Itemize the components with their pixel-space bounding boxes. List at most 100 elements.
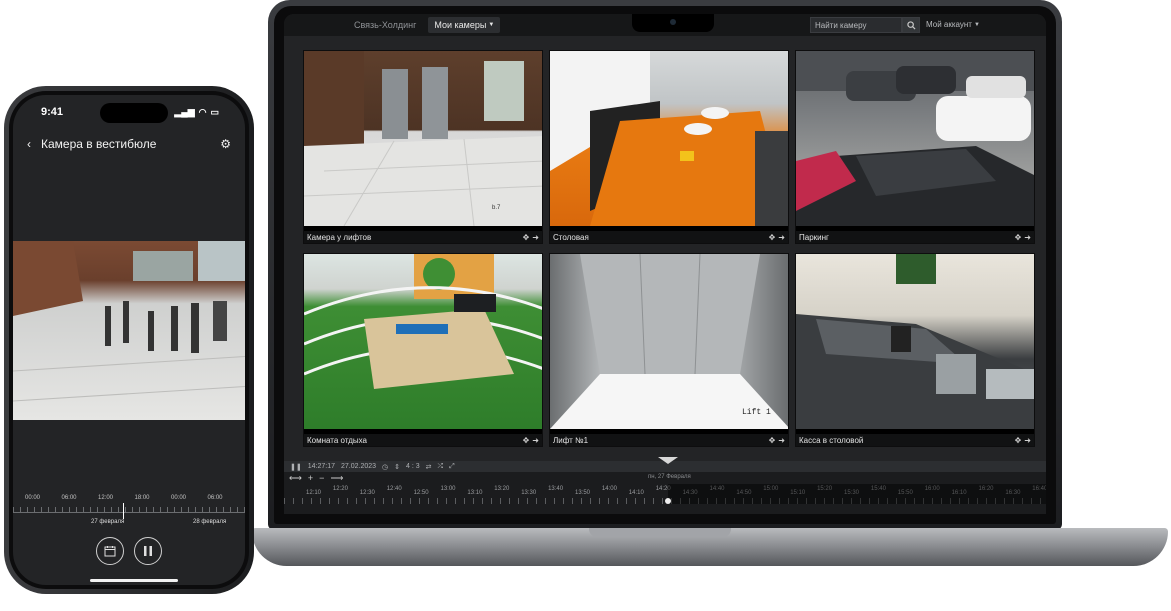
arrow-right-icon[interactable]: ➜ <box>1024 233 1031 242</box>
fullscreen-icon[interactable]: ⤢ <box>449 463 455 471</box>
move-icon[interactable]: ✥ <box>769 233 776 242</box>
timeline-day-label: пн, 27 Февраля <box>648 474 691 480</box>
shuffle-icon[interactable]: ⤮ <box>438 463 444 471</box>
camera-feed-lift-hall[interactable]: b.7 <box>304 51 542 226</box>
wifi-icon: ◠ <box>198 106 207 117</box>
timeline-tick-label: 13:00 <box>440 486 456 492</box>
swap-icon[interactable]: ⇄ <box>426 463 432 471</box>
phone-timeline-ruler <box>13 507 245 513</box>
status-clock: 9:41 <box>41 106 64 118</box>
timeline-collapse-icon[interactable] <box>658 457 678 464</box>
timeline-tick-label: 12:50 <box>413 490 429 496</box>
phone-day-label: 27 февраля <box>91 519 125 525</box>
pause-button[interactable] <box>134 537 162 565</box>
timeline-scale[interactable]: 16:40 16:30 16:20 16:10 16:00 15:50 15:40 15:30… <box>284 484 1046 504</box>
search-button[interactable] <box>902 17 920 33</box>
camera-feed-scene: Lift 1 <box>550 254 788 429</box>
battery-icon: ▭ <box>210 106 219 117</box>
camera-tile[interactable]: b.7 Камера у лифтов ✥ ➜ <box>303 50 543 244</box>
brand-link[interactable]: Связь-Холдинг <box>354 20 416 30</box>
speed-stepper-icon[interactable]: ⇕ <box>394 463 400 471</box>
timeline-tick-label: 13:50 <box>575 490 591 496</box>
camera-name: Комната отдыха <box>307 435 367 445</box>
camera-grid: b.7 Камера у лифтов ✥ ➜ Столовая ✥ ➜ Пар… <box>303 50 1036 447</box>
product-mockup: Связь-Холдинг Мои камеры▼ Мой аккаунт▼ <box>0 0 1171 611</box>
phone-tick-label: 00:00 <box>25 495 41 501</box>
arrow-right-icon[interactable]: ➜ <box>778 233 785 242</box>
timeline-playhead[interactable] <box>665 498 671 504</box>
clock-icon[interactable]: ◷ <box>382 463 388 471</box>
phone-camera-feed[interactable] <box>13 241 245 420</box>
camera-tile[interactable]: Комната отдыха ✥ ➜ <box>303 253 543 447</box>
zoom-out-arrows-icon[interactable]: ⟷ <box>289 473 302 484</box>
pause-icon[interactable]: ❚❚ <box>290 463 302 471</box>
camera-name: Камера у лифтов <box>307 232 372 242</box>
back-chevron-icon[interactable]: ‹ <box>27 137 31 151</box>
laptop-base <box>252 528 1168 566</box>
phone-tick-label: 00:00 <box>171 495 187 501</box>
lift-sign-text: Lift 1 <box>742 408 771 417</box>
camera-tile[interactable]: Lift 1 Лифт №1 ✥ ➜ <box>549 253 789 447</box>
forward-arrow-icon[interactable]: ⟶ <box>330 473 343 484</box>
arrow-right-icon[interactable]: ➜ <box>778 436 785 445</box>
current-time: 14:27:17 <box>307 463 335 470</box>
camera-feed-checkout[interactable] <box>796 254 1034 429</box>
laptop-screen: Связь-Холдинг Мои камеры▼ Мой аккаунт▼ <box>284 14 1046 514</box>
camera-feed-rest-room[interactable] <box>304 254 542 429</box>
laptop-bezel: Связь-Холдинг Мои камеры▼ Мой аккаунт▼ <box>274 6 1056 524</box>
signal-icon: ▂▄▆ <box>174 106 195 117</box>
camera-name: Касса в столовой <box>799 435 864 445</box>
phone-bezel: 9:41 ▂▄▆ ◠ ▭ ‹ Камера в вестибюле ⚙ 27 ф… <box>9 91 249 589</box>
my-cameras-label: Мои камеры <box>434 20 487 30</box>
move-icon[interactable]: ✥ <box>1015 233 1022 242</box>
webcam-icon <box>670 19 676 25</box>
account-menu[interactable]: Мой аккаунт ▼ <box>926 20 980 29</box>
my-cameras-menu[interactable]: Мои камеры ▼ <box>428 17 501 33</box>
camera-feed-elevator[interactable]: Lift 1 <box>550 254 788 429</box>
phone-camera-title: Камера в вестибюле <box>41 137 157 151</box>
laptop-thumb-notch <box>589 528 731 537</box>
arrow-right-icon[interactable]: ➜ <box>532 233 539 242</box>
arrow-right-icon[interactable]: ➜ <box>1024 436 1031 445</box>
camera-feed-parking[interactable] <box>796 51 1034 226</box>
aspect-ratio[interactable]: 4 : 3 <box>406 463 420 470</box>
minus-icon[interactable]: − <box>319 473 324 483</box>
move-icon[interactable]: ✥ <box>1015 436 1022 445</box>
camera-tile[interactable]: Столовая ✥ ➜ <box>549 50 789 244</box>
camera-caption-bar: Комната отдыха ✥ ➜ <box>304 434 542 446</box>
phone-tick-label: 06:00 <box>61 495 77 501</box>
move-icon[interactable]: ✥ <box>523 233 530 242</box>
timeline-tick-label: 12:10 <box>306 490 322 496</box>
arrow-right-icon[interactable]: ➜ <box>532 436 539 445</box>
status-bar: 9:41 ▂▄▆ ◠ ▭ <box>13 95 245 129</box>
move-icon[interactable]: ✥ <box>769 436 776 445</box>
calendar-button[interactable] <box>96 537 124 565</box>
camera-feed-canteen[interactable] <box>550 51 788 226</box>
timeline-tick-label: 12:40 <box>386 486 402 492</box>
chevron-down-icon: ▼ <box>973 21 980 28</box>
phone-timeline[interactable]: 27 февраля 28 февраля 00:00 06:00 12:00 18:… <box>13 495 245 529</box>
plus-icon[interactable]: + <box>308 473 313 483</box>
camera-tile[interactable]: Паркинг ✥ ➜ <box>795 50 1035 244</box>
camera-tile[interactable]: Касса в столовой ✥ ➜ <box>795 253 1035 447</box>
phone-feed-scene <box>13 241 245 402</box>
phone-playhead[interactable] <box>123 503 124 519</box>
camera-caption-bar: Лифт №1 ✥ ➜ <box>550 434 788 446</box>
phone-tick-label: 12:00 <box>98 495 114 501</box>
move-icon[interactable]: ✥ <box>523 436 530 445</box>
pause-icon <box>144 546 152 556</box>
chevron-down-icon: ▼ <box>488 22 495 28</box>
camera-search-input[interactable] <box>810 17 902 33</box>
phone-tick-label: 06:00 <box>207 495 223 501</box>
camera-caption-bar: Паркинг ✥ ➜ <box>796 231 1034 243</box>
camera-name: Паркинг <box>799 232 829 242</box>
timeline-tick-label: 13:10 <box>467 490 483 496</box>
gear-icon[interactable]: ⚙ <box>220 137 231 151</box>
timeline-tick-label: 14:00 <box>601 486 617 492</box>
home-indicator <box>90 579 178 582</box>
camera-caption-bar: Камера у лифтов ✥ ➜ <box>304 231 542 243</box>
phone-screen: 9:41 ▂▄▆ ◠ ▭ ‹ Камера в вестибюле ⚙ 27 ф… <box>13 95 245 585</box>
smartphone: 9:41 ▂▄▆ ◠ ▭ ‹ Камера в вестибюле ⚙ 27 ф… <box>4 86 254 594</box>
floor-tag-text: b.7 <box>492 205 501 211</box>
timeline-tick-label: 13:40 <box>548 486 564 492</box>
